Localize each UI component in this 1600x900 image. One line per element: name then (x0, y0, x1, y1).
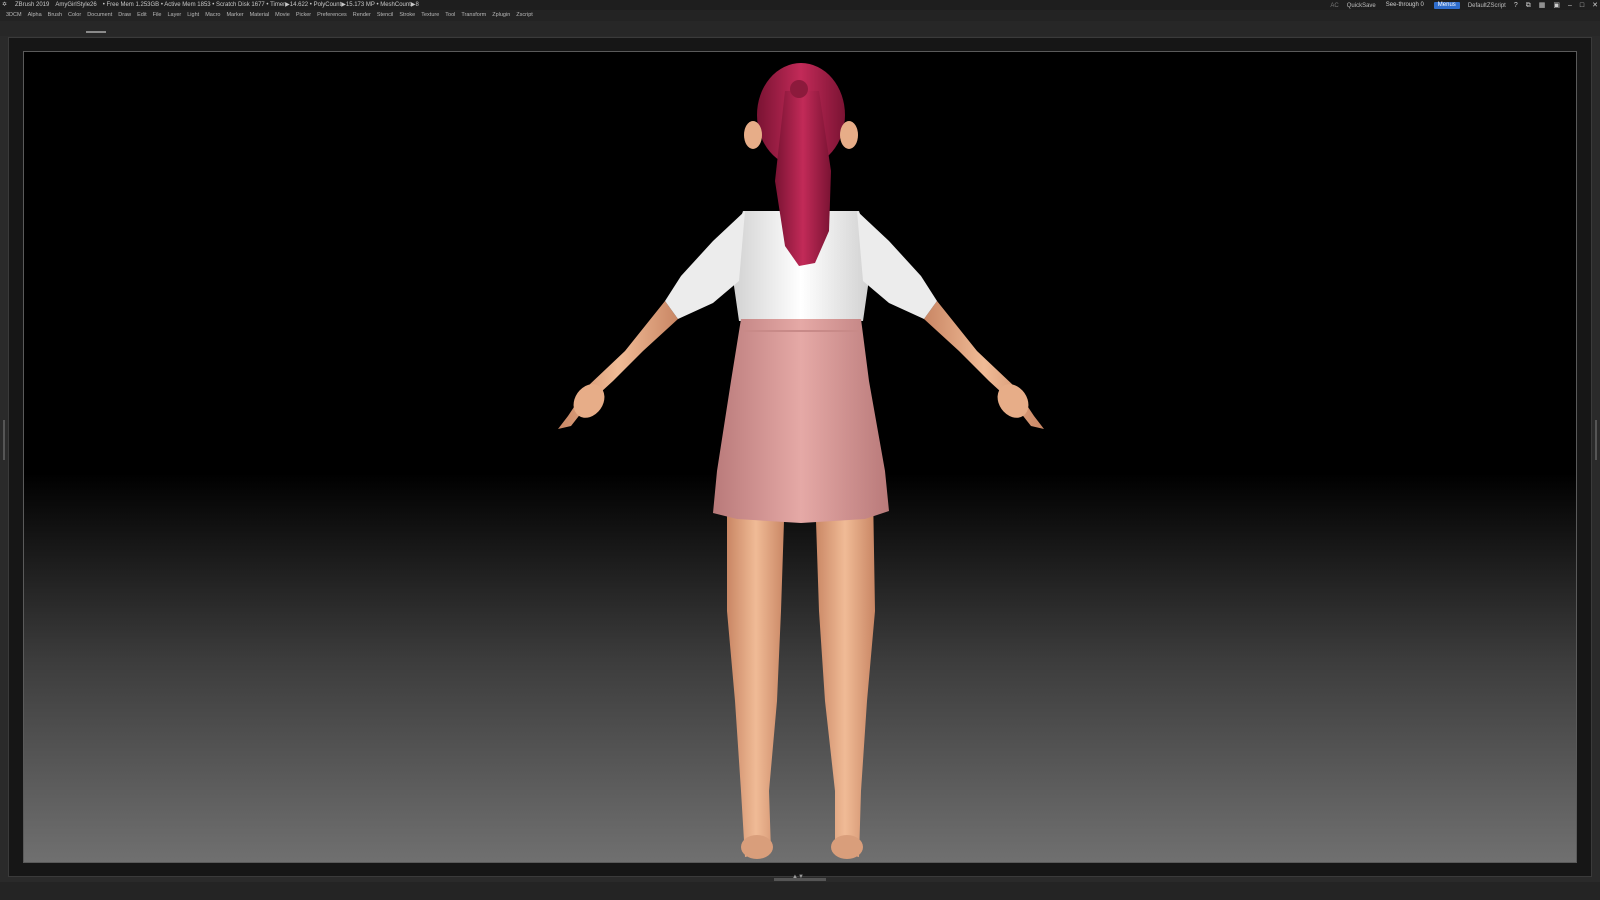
menu-item-picker[interactable]: Picker (296, 10, 311, 21)
memory-stats: • Free Mem 1.253GB • Active Mem 1853 • S… (102, 2, 419, 8)
menu-item-file[interactable]: File (153, 10, 162, 21)
menu-item-light[interactable]: Light (187, 10, 199, 21)
menu-item-macro[interactable]: Macro (205, 10, 220, 21)
menu-item-stencil[interactable]: Stencil (377, 10, 394, 21)
menu-item-zscript[interactable]: Zscript (516, 10, 533, 21)
menus-button[interactable]: Menus (1433, 2, 1460, 9)
left-ear (744, 121, 762, 149)
menu-item-edit[interactable]: Edit (137, 10, 146, 21)
layout-icon[interactable]: ▦ (1539, 1, 1546, 11)
minimize-icon[interactable]: – (1568, 1, 1572, 11)
character-model (558, 63, 1044, 859)
menu-item-tool[interactable]: Tool (445, 10, 455, 21)
left-leg (727, 491, 785, 857)
expand-arrows-icon[interactable]: ▲▼ (792, 874, 804, 880)
help-icon[interactable]: ? (1514, 1, 1518, 11)
right-foot (831, 835, 863, 859)
ac-button[interactable]: AC (1330, 1, 1338, 11)
zbrush-logo-icon: ✡ (2, 2, 8, 8)
right-leg (815, 491, 875, 857)
undock-icon[interactable]: ⧉ (1526, 1, 1531, 11)
left-tray-handle[interactable] (3, 420, 5, 460)
menu-item-color[interactable]: Color (68, 10, 81, 21)
right-tray-handle[interactable] (1595, 420, 1597, 460)
left-sleeve (665, 211, 745, 319)
menu-item-transform[interactable]: Transform (461, 10, 486, 21)
menu-item-document[interactable]: Document (87, 10, 112, 21)
right-ear (840, 121, 858, 149)
menu-item-texture[interactable]: Texture (421, 10, 439, 21)
app-name: ZBrush 2019 (15, 2, 50, 8)
left-foot (741, 835, 773, 859)
menu-item-movie[interactable]: Movie (275, 10, 290, 21)
project-name: AmyGirlStyle26 (55, 2, 97, 8)
menu-item-zplugin[interactable]: Zplugin (492, 10, 510, 21)
title-bar: ✡ ZBrush 2019 AmyGirlStyle26 • Free Mem … (0, 0, 1600, 11)
menu-item-render[interactable]: Render (353, 10, 371, 21)
document-tab-indicator[interactable] (86, 31, 106, 33)
viewport-canvas[interactable] (23, 51, 1577, 863)
menu-item-draw[interactable]: Draw (118, 10, 131, 21)
menu-item-preferences[interactable]: Preferences (317, 10, 347, 21)
close-icon[interactable]: ✕ (1592, 1, 1598, 11)
menu-bar: 3DCM Alpha Brush Color Document Draw Edit File L… (0, 10, 1600, 21)
lock-icon[interactable]: ▣ (1553, 1, 1560, 11)
menu-item-stroke[interactable]: Stroke (399, 10, 415, 21)
menu-item-3dcm[interactable]: 3DCM (6, 10, 22, 21)
menu-item-brush[interactable]: Brush (48, 10, 62, 21)
quicksave-button[interactable]: QuickSave (1347, 1, 1376, 11)
menu-item-material[interactable]: Material (250, 10, 270, 21)
right-sleeve (857, 211, 937, 319)
default-zscript-button[interactable]: DefaultZScript (1468, 1, 1506, 11)
maximize-icon[interactable]: □ (1580, 1, 1584, 11)
menu-item-alpha[interactable]: Alpha (28, 10, 42, 21)
bottom-bar (0, 882, 1600, 900)
document-strip (0, 21, 1600, 36)
menu-item-marker[interactable]: Marker (226, 10, 243, 21)
canvas-frame (8, 37, 1592, 877)
menu-item-layer[interactable]: Layer (167, 10, 181, 21)
skirt (713, 319, 889, 523)
